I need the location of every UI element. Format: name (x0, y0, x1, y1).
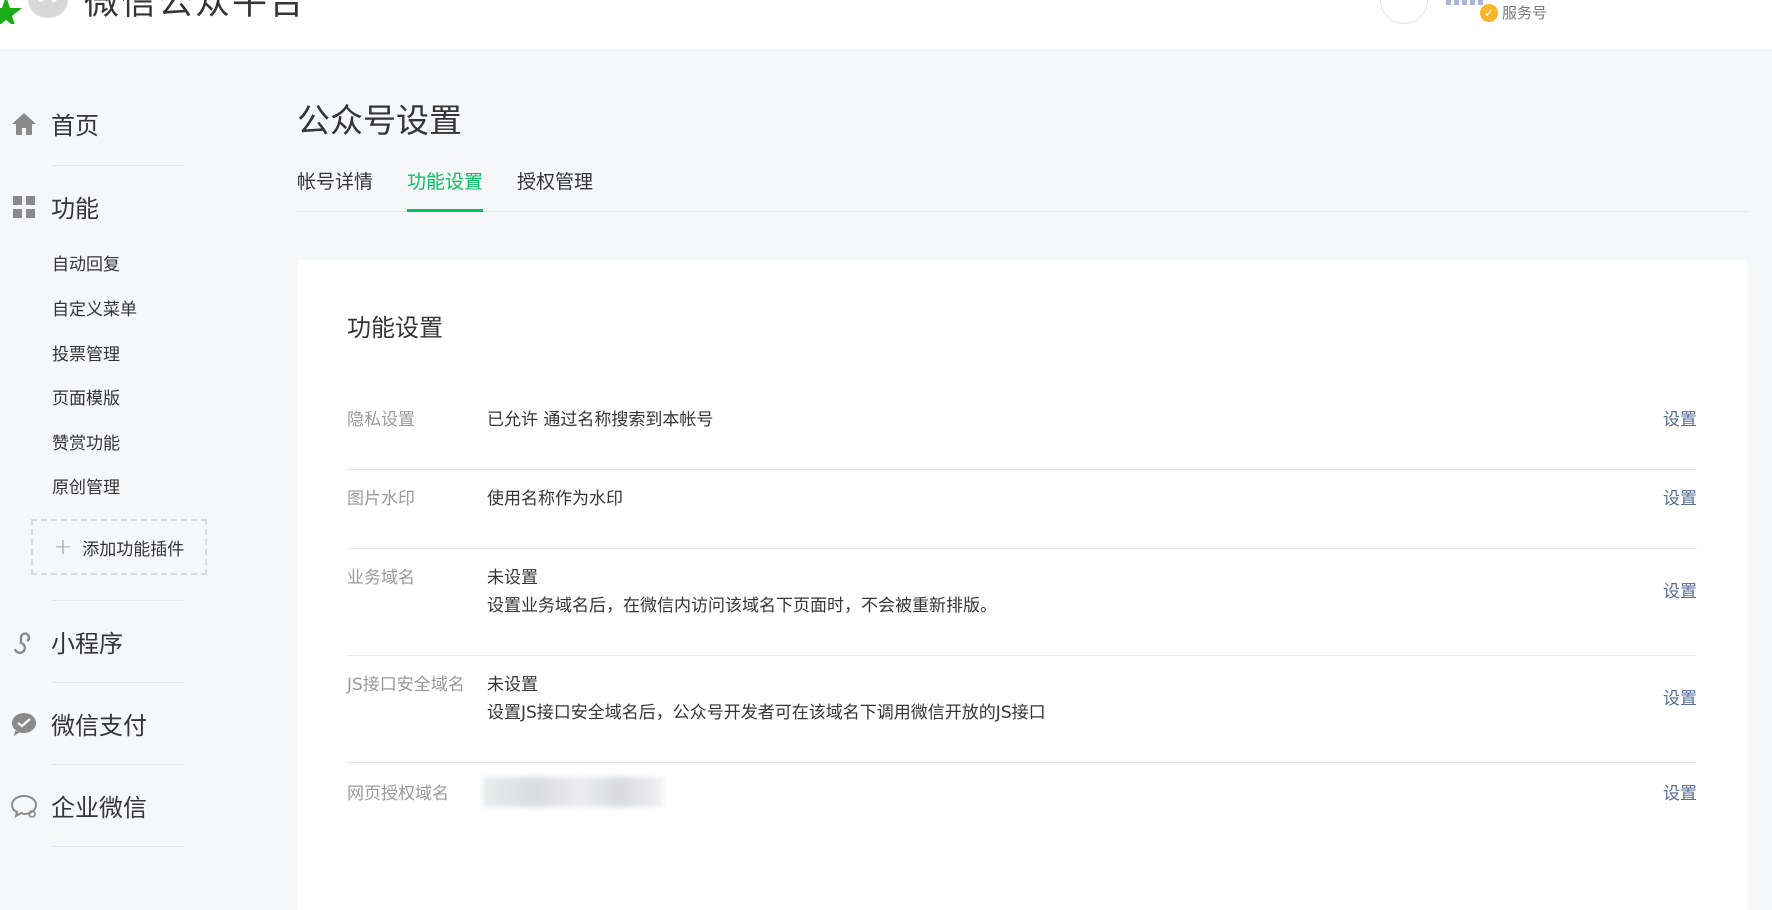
add-plugin-button[interactable]: + 添加功能插件 (31, 519, 207, 575)
sidebar-item-reward[interactable]: 赞赏功能 (52, 429, 120, 454)
setting-label: 网页授权域名 (347, 784, 449, 804)
nav-wechat-pay-label: 微信支付 (51, 712, 147, 740)
settings-link[interactable]: 设置 (1663, 577, 1697, 602)
nav-wechat-pay[interactable]: 微信支付 (0, 706, 147, 741)
setting-value: 使用名称作为水印 (487, 489, 623, 509)
redacted-domain (483, 777, 663, 807)
account-type-label: 服务号 (1502, 4, 1548, 22)
setting-label: 隐私设置 (347, 410, 415, 430)
nav-divider (52, 846, 184, 847)
settings-link[interactable]: 设置 (1663, 779, 1697, 804)
nav-divider (52, 682, 184, 683)
work-wechat-icon (10, 792, 38, 820)
avatar[interactable] (1380, 0, 1428, 24)
setting-label: 业务域名 (347, 568, 415, 588)
setting-value: 已允许 通过名称搜索到本帐号 (487, 410, 714, 430)
sidebar: 首页 功能 自动回复 自定义菜单 投票管理 页面模版 赞赏功能 原创管理 + 添… (0, 49, 270, 853)
nav-features-label: 功能 (51, 195, 99, 223)
nav-home-label: 首页 (51, 112, 99, 140)
settings-link[interactable]: 设置 (1663, 405, 1697, 430)
nav-divider (52, 600, 184, 601)
nav-work-wechat[interactable]: 企业微信 (0, 788, 147, 823)
setting-row-js-domain: JS接口安全域名 未设置 设置JS接口安全域名后，公众号开发者可在该域名下调用微… (347, 656, 1697, 763)
account-name-redacted (1446, 0, 1484, 5)
setting-row-oauth-domain: 网页授权域名 设置 (347, 763, 1697, 863)
grid-icon (10, 193, 38, 221)
nav-mini-program[interactable]: 小程序 (0, 624, 123, 659)
mini-program-icon (10, 628, 38, 656)
home-icon (10, 110, 38, 138)
sidebar-item-original[interactable]: 原创管理 (52, 473, 120, 498)
nav-mini-program-label: 小程序 (51, 630, 123, 658)
plus-icon: + (53, 534, 73, 560)
wechat-pay-icon (10, 710, 38, 738)
setting-value: 未设置 (487, 568, 538, 588)
top-bar: 微信公众平台 ✓ 服务号 (0, 0, 1772, 49)
nav-divider (52, 165, 184, 166)
brand[interactable]: 微信公众平台 (0, 0, 307, 28)
setting-row-privacy: 隐私设置 已允许 通过名称搜索到本帐号 设置 (347, 390, 1697, 470)
add-plugin-label: 添加功能插件 (82, 539, 185, 560)
settings-card: 功能设置 隐私设置 已允许 通过名称搜索到本帐号 设置 图片水印 使用名称作为水… (297, 260, 1747, 910)
setting-row-watermark: 图片水印 使用名称作为水印 设置 (347, 470, 1697, 549)
wechat-logo-icon (0, 0, 74, 28)
sidebar-item-vote[interactable]: 投票管理 (52, 340, 120, 365)
settings-link[interactable]: 设置 (1663, 484, 1697, 509)
setting-label: JS接口安全域名 (347, 675, 465, 695)
nav-work-wechat-label: 企业微信 (51, 794, 147, 822)
sidebar-item-page-template[interactable]: 页面模版 (52, 384, 120, 409)
setting-description: 设置JS接口安全域名后，公众号开发者可在该域名下调用微信开放的JS接口 (487, 703, 1046, 723)
sidebar-item-custom-menu[interactable]: 自定义菜单 (52, 295, 137, 320)
nav-home[interactable]: 首页 (0, 106, 99, 141)
page-title: 公众号设置 (297, 101, 462, 140)
settings-link[interactable]: 设置 (1663, 684, 1697, 709)
verified-check-icon: ✓ (1480, 3, 1498, 22)
tab-account-details[interactable]: 帐号详情 (297, 167, 373, 212)
setting-row-business-domain: 业务域名 未设置 设置业务域名后，在微信内访问该域名下页面时，不会被重新排版。 … (347, 549, 1697, 656)
nav-features[interactable]: 功能 (0, 189, 99, 224)
setting-label: 图片水印 (347, 489, 415, 509)
card-title: 功能设置 (347, 314, 443, 342)
tab-authorization[interactable]: 授权管理 (517, 167, 593, 212)
nav-divider (52, 764, 184, 765)
account-type-badge: ✓ 服务号 (1480, 2, 1547, 23)
tab-feature-settings[interactable]: 功能设置 (407, 167, 484, 212)
tab-bar: 帐号详情 功能设置 授权管理 (297, 167, 1747, 212)
sidebar-item-auto-reply[interactable]: 自动回复 (52, 250, 120, 275)
brand-title: 微信公众平台 (84, 0, 307, 23)
setting-description: 设置业务域名后，在微信内访问该域名下页面时，不会被重新排版。 (487, 596, 997, 616)
setting-value: 未设置 (487, 675, 538, 695)
